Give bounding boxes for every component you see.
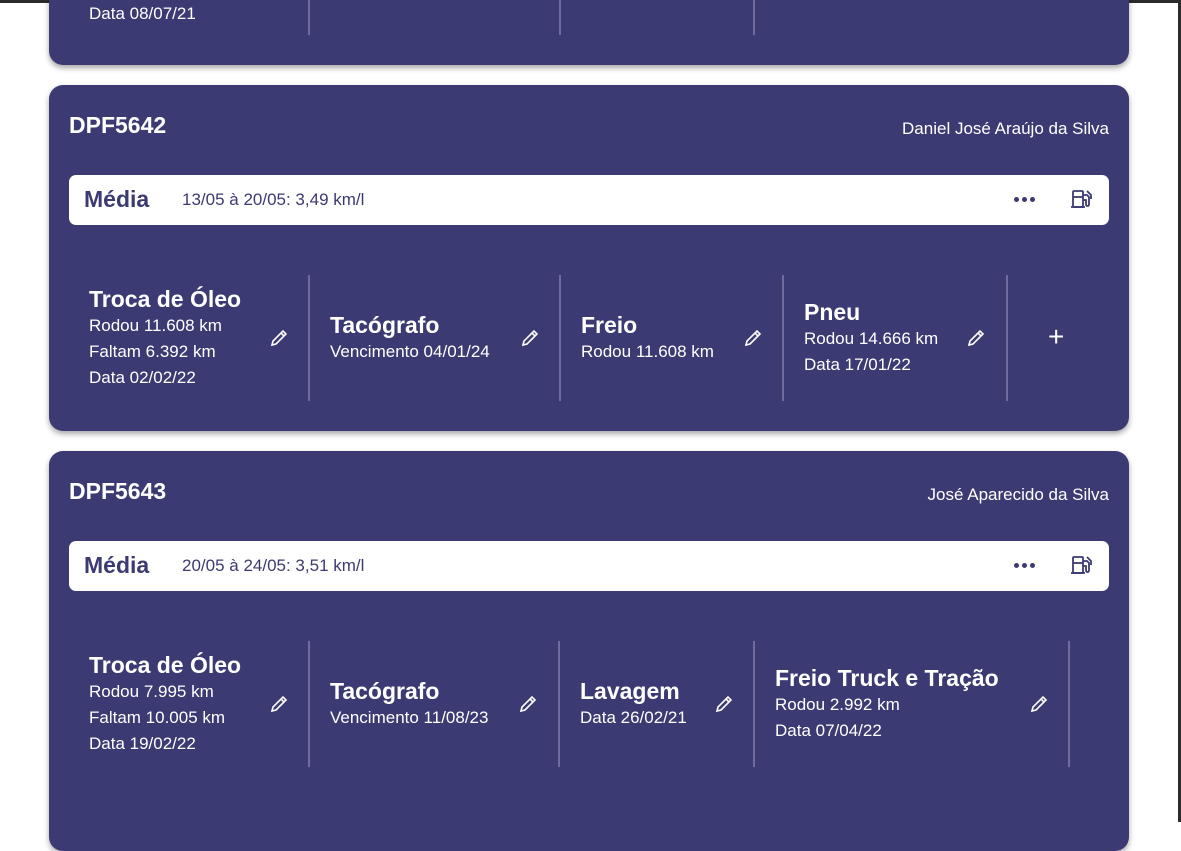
pencil-icon[interactable] [518, 694, 538, 714]
item-line: Data 08/07/21 [89, 4, 196, 23]
item-line: Data 19/02/22 [89, 734, 196, 753]
item-line: Rodou 11.608 km [89, 316, 222, 335]
item-line: Data 07/04/22 [775, 721, 882, 740]
item-line: Rodou 14.666 km [804, 329, 939, 348]
vehicle-plate: DPF5643 [69, 478, 167, 504]
item-line: Data 17/01/22 [804, 355, 911, 374]
vehicle-card: DPF5643 José Aparecido da Silva Média 20… [49, 451, 1129, 851]
plus-icon[interactable]: + [1048, 323, 1064, 351]
pencil-icon[interactable] [520, 328, 540, 348]
fuel-pump-icon[interactable] [1070, 187, 1094, 211]
media-label: Média [84, 552, 150, 578]
item-title: Pneu [804, 299, 861, 325]
pencil-icon[interactable] [966, 328, 986, 348]
driver-name: José Aparecido da Silva [927, 485, 1109, 504]
media-label: Média [84, 186, 150, 212]
item-separator [1068, 641, 1070, 767]
more-horizontal-icon[interactable] [1012, 189, 1036, 209]
driver-name: Daniel José Araújo da Silva [902, 119, 1109, 138]
more-horizontal-icon[interactable] [1012, 555, 1036, 575]
item-line: Rodou 2.992 km [775, 695, 900, 714]
pencil-icon[interactable] [269, 694, 289, 714]
item-title: Troca de Óleo [89, 652, 242, 678]
item-separator [1006, 275, 1008, 401]
pencil-icon[interactable] [1029, 694, 1049, 714]
item-title: Troca de Óleo [89, 286, 242, 312]
item-line: Rodou 7.995 km [89, 682, 214, 701]
item-separator [559, 0, 561, 35]
item-title: Tacógrafo [330, 312, 440, 338]
vehicle-card-partial: Data 08/07/21 [49, 0, 1129, 65]
item-line: Data 26/02/21 [580, 708, 687, 727]
vehicle-plate: DPF5642 [69, 112, 167, 138]
item-title: Freio [581, 312, 638, 338]
maintenance-item: Lavagem Data 26/02/21 [560, 641, 754, 767]
item-line: Vencimento 11/08/23 [330, 708, 489, 727]
vehicle-card: DPF5642 Daniel José Araújo da Silva Médi… [49, 85, 1129, 431]
pencil-icon[interactable] [714, 694, 734, 714]
maintenance-item: Freio Truck e Tração Rodou 2.992 km Data… [755, 641, 1069, 767]
pencil-icon[interactable] [269, 328, 289, 348]
item-separator [308, 0, 310, 35]
maintenance-item: Pneu Rodou 14.666 km Data 17/01/22 [784, 275, 1006, 401]
item-line: Data 02/02/22 [89, 368, 196, 387]
media-bar: Média 20/05 à 24/05: 3,51 km/l [69, 541, 1109, 591]
fuel-pump-icon[interactable] [1070, 553, 1094, 577]
maintenance-item: Tacógrafo Vencimento 11/08/23 [310, 641, 558, 767]
media-value: 13/05 à 20/05: 3,49 km/l [182, 190, 365, 209]
maintenance-item: Troca de Óleo Rodou 11.608 km Faltam 6.3… [69, 275, 309, 401]
item-title: Tacógrafo [330, 678, 440, 704]
maintenance-item: Troca de Óleo Rodou 7.995 km Faltam 10.0… [69, 641, 309, 767]
maintenance-item: Tacógrafo Vencimento 04/01/24 [310, 275, 560, 401]
maintenance-item: Freio Rodou 11.608 km [561, 275, 783, 401]
media-value: 20/05 à 24/05: 3,51 km/l [182, 556, 365, 575]
pencil-icon[interactable] [743, 328, 763, 348]
item-line: Vencimento 04/01/24 [330, 342, 490, 361]
item-line: Faltam 10.005 km [89, 708, 226, 727]
item-line: Rodou 11.608 km [581, 342, 714, 361]
item-title: Lavagem [580, 678, 680, 704]
item-title: Freio Truck e Tração [775, 665, 999, 691]
item-separator [753, 0, 755, 35]
item-line: Faltam 6.392 km [89, 342, 216, 361]
media-bar: Média 13/05 à 20/05: 3,49 km/l [69, 175, 1109, 225]
